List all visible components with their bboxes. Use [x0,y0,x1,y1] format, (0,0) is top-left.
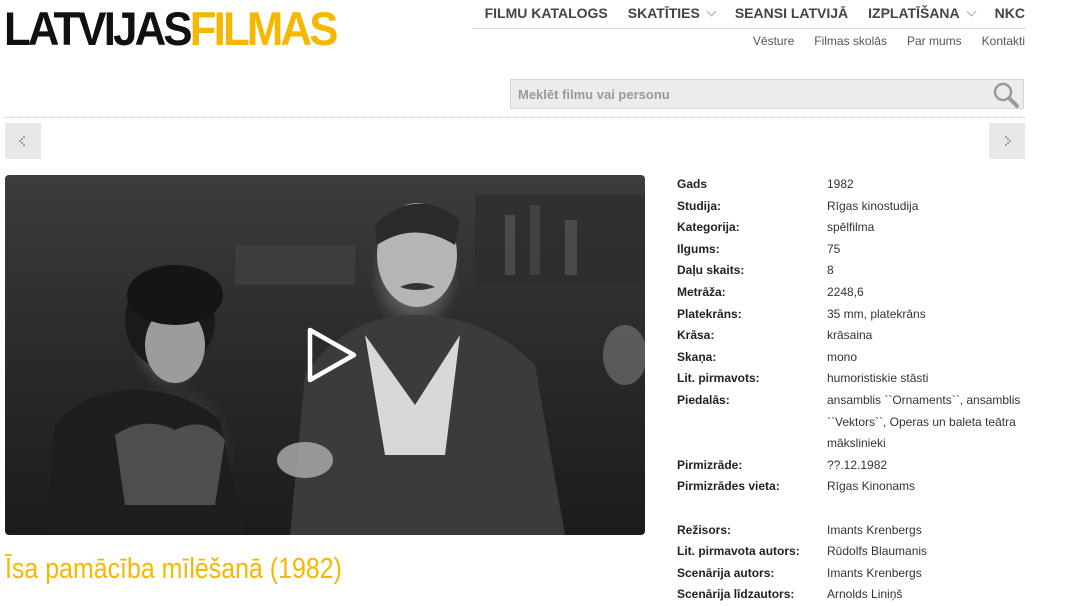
nav-item-filmu-katalogs[interactable]: FILMU KATALOGS [475,4,618,22]
detail-row-category: Kategorija: spēlfilma [677,217,1037,239]
detail-value: 2248,6 [827,284,864,299]
detail-label: Pirmizrāde: [677,457,743,472]
detail-row-premiere: Pirmizrāde: ??.12.1982 [677,455,1037,477]
crew-row-director: Režisors: Imants Krenbergs [677,520,1037,542]
detail-row-year: Gads 1982 [677,174,1037,196]
sub-nav-par-mums[interactable]: Par mums [907,34,962,48]
detail-row-source: Lit. pirmavots: humoristiskie stāsti [677,368,1037,390]
detail-value: krāsaina [827,328,873,343]
crew-label: Lit. pirmavota autors: [677,544,800,559]
chevron-down-icon [966,6,977,16]
detail-row-studio: Studija: Rīgas kinostudija [677,196,1037,218]
detail-value: 1982 [827,177,854,191]
crew-value[interactable]: Arnolds Liniņš [827,584,1022,606]
next-film-button[interactable] [989,123,1025,159]
detail-label: Gads [677,177,708,191]
nav-item-label: SKATĪTIES [627,5,700,21]
sub-nav: Vēsture Filmas skolās Par mums Kontakti [753,34,1025,48]
detail-value[interactable]: ansamblis ``Ornaments``, ansamblis ``Vek… [827,390,1022,455]
detail-label: Kategorija: [677,220,740,235]
detail-value[interactable]: Rīgas Kinonams [827,476,1022,498]
play-icon[interactable] [302,324,362,386]
detail-row-sound: Skaņa: mono [677,347,1037,369]
detail-row-widescreen: Platekrāns: 35 mm, platekrāns [677,304,1037,326]
detail-value: 75 [827,241,841,256]
detail-row-premiere-venue: Pirmizrādes vieta: Rīgas Kinonams [677,476,1037,498]
crew-row-source-author: Lit. pirmavota autors: Rūdolfs Blaumanis [677,541,1037,563]
detail-label: Pirmizrādes vieta: [677,479,780,494]
film-title: Īsa pamācība mīlēšanā (1982) [5,553,342,585]
detail-label: Skaņa: [677,349,717,364]
site-logo[interactable]: LATVIJASFILMAS [4,2,339,55]
nav-item-label: SEANSI LATVIJĀ [734,5,849,21]
logo-text-filmas: FILMAS [189,2,339,55]
sub-nav-vesture[interactable]: Vēsture [753,34,794,48]
detail-value: 35 mm, platekrāns [827,306,926,321]
search-box [510,79,1024,109]
chevron-left-icon [19,136,25,146]
detail-value[interactable]: Rīgas kinostudija [827,196,1022,218]
detail-value: ??.12.1982 [827,457,888,472]
sub-nav-filmas-skolas[interactable]: Filmas skolās [814,34,887,48]
detail-label: Krāsa: [677,328,715,343]
crew-value[interactable]: Imants Krenbergs [827,563,1022,585]
detail-value: 8 [827,263,834,278]
section-divider [5,117,1025,118]
logo-text-latvijas: LATVIJAS [4,2,193,55]
detail-value: humoristiskie stāsti [827,371,929,386]
detail-label: Ilgums: [677,241,720,256]
crew-value[interactable]: Imants Krenbergs [827,520,1022,542]
nav-item-seansi-latvija[interactable]: SEANSI LATVIJĀ [725,4,858,22]
detail-label: Platekrāns: [677,306,742,321]
nav-divider [472,28,1025,29]
crew-label: Scenārija līdzautors: [677,587,795,602]
detail-row-cast: Piedalās: ansamblis ``Ornaments``, ansamb… [677,390,1037,455]
chevron-right-icon [1005,136,1011,146]
search-input[interactable] [511,80,978,108]
chevron-down-icon [706,6,717,16]
detail-label: Studija: [677,198,721,213]
detail-label: Metrāža: [677,284,726,299]
film-details: Gads 1982 Studija: Rīgas kinostudija Kateg… [677,174,1037,606]
prev-film-button[interactable] [5,123,41,159]
detail-label: Piedalās: [677,392,730,407]
detail-label: Lit. pirmavots: [677,371,760,386]
detail-row-parts: Daļu skaits: 8 [677,260,1037,282]
nav-item-skatities[interactable]: SKATĪTIES [618,4,725,22]
detail-value: spēlfilma [827,220,875,235]
nav-item-label: NKC [994,5,1025,21]
detail-row-color: Krāsa: krāsaina [677,325,1037,347]
detail-value: mono [827,349,858,364]
crew-label: Scenārija autors: [677,565,775,580]
main-nav: FILMU KATALOGS SKATĪTIES SEANSI LATVIJĀ … [475,4,1025,22]
detail-row-duration: Ilgums: 75 [677,239,1037,261]
crew-row-co-screenwriter: Scenārija līdzautors: Arnolds Liniņš [677,584,1037,606]
video-player[interactable] [5,175,645,535]
nav-item-izplatisana[interactable]: IZPLATĪŠANA [858,4,985,22]
crew-label: Režisors: [677,522,732,537]
crew-row-screenwriter: Scenārija autors: Imants Krenbergs [677,563,1037,585]
nav-item-nkc[interactable]: NKC [985,4,1025,22]
detail-spacer [677,498,1037,520]
detail-label: Daļu skaits: [677,263,745,278]
sub-nav-kontakti[interactable]: Kontakti [982,34,1025,48]
crew-value[interactable]: Rūdolfs Blaumanis [827,541,1022,563]
magnifier-icon[interactable] [992,81,1020,109]
nav-item-label: IZPLATĪŠANA [868,5,960,21]
detail-row-footage: Metrāža: 2248,6 [677,282,1037,304]
nav-item-label: FILMU KATALOGS [484,5,608,21]
